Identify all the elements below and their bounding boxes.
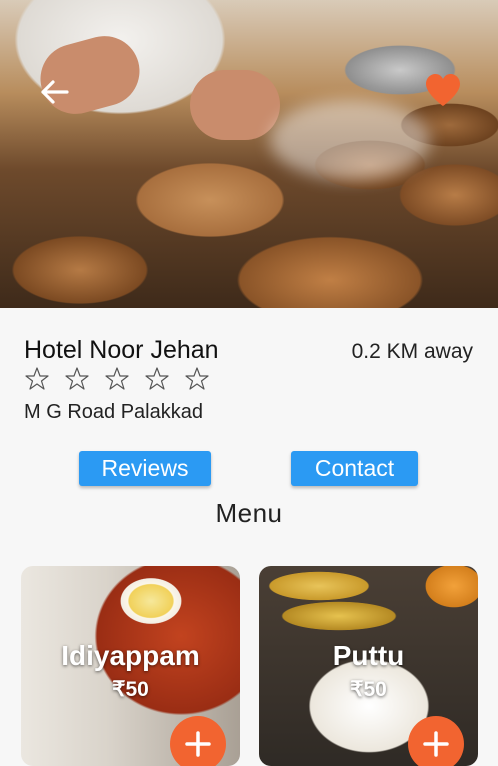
hero-image [0, 0, 498, 308]
star-outline-icon[interactable] [144, 366, 170, 392]
menu-item-name: Idiyappam [61, 640, 200, 671]
menu-item-price: ₹50 [112, 678, 149, 701]
heart-icon [426, 74, 460, 106]
reviews-button[interactable]: Reviews [79, 451, 211, 486]
star-outline-icon[interactable] [104, 366, 130, 392]
back-button[interactable] [34, 72, 74, 112]
steam [270, 100, 430, 180]
star-outline-icon[interactable] [184, 366, 210, 392]
add-to-cart-button[interactable] [408, 716, 464, 766]
menu-item-card[interactable]: Puttu ₹50 [259, 566, 478, 766]
star-outline-icon[interactable] [64, 366, 90, 392]
favorite-button[interactable] [421, 70, 465, 110]
chef-hand [190, 70, 280, 140]
add-to-cart-button[interactable] [170, 716, 226, 766]
menu-title: Menu [215, 498, 283, 528]
restaurant-address: M G Road Palakkad [24, 401, 203, 423]
arrow-left-icon [41, 80, 69, 104]
menu-item-price: ₹50 [350, 678, 387, 701]
rating-stars [24, 366, 210, 392]
menu-item-card[interactable]: Idiyappam ₹50 [21, 566, 240, 766]
plus-icon [423, 731, 449, 757]
plus-icon [185, 731, 211, 757]
restaurant-name: Hotel Noor Jehan [24, 336, 219, 364]
contact-button[interactable]: Contact [291, 451, 418, 486]
restaurant-distance: 0.2 KM away [351, 340, 473, 363]
star-outline-icon[interactable] [24, 366, 50, 392]
menu-item-name: Puttu [332, 640, 405, 671]
